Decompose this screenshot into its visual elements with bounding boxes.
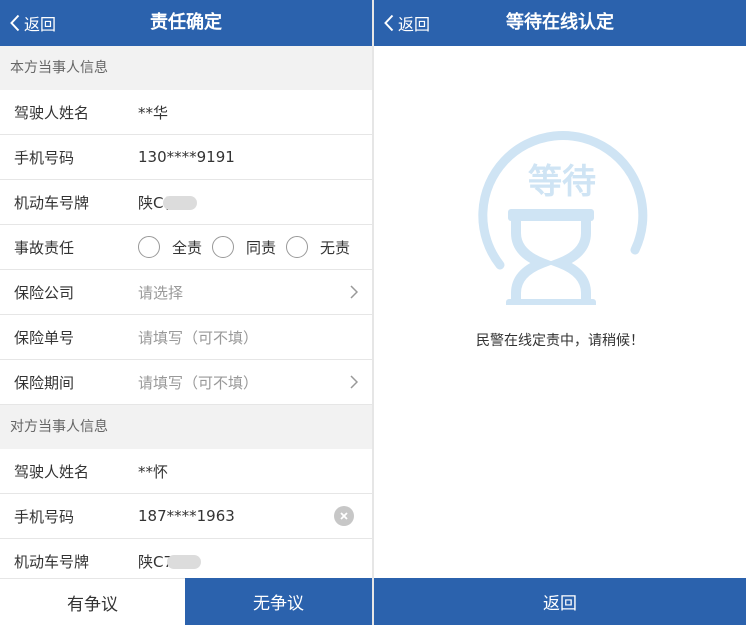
radio-full-responsibility[interactable] [138,236,160,258]
policy-number-input[interactable]: 请填写（可不填） [138,327,258,348]
own-phone-label: 手机号码 [14,148,75,167]
responsibility-radio-group: 全责 同责 无责 [138,236,360,258]
other-phone-value[interactable]: 187****1963 [138,507,235,525]
radio-no-responsibility[interactable] [286,236,309,258]
insurer-row[interactable]: 保险公司 请选择 [0,270,372,315]
chevron-right-icon [350,375,358,389]
back-button[interactable]: 返回 [10,0,56,46]
hourglass-icon: 等待 [478,130,648,305]
return-button[interactable]: 返回 [374,578,746,625]
own-plate-value: 陕C( [138,192,198,213]
other-phone-label: 手机号码 [14,507,75,526]
other-driver-value: **怀 [138,462,169,481]
chevron-left-icon [384,14,394,32]
own-phone-value: 130****9191 [138,148,235,166]
back-label: 返回 [398,15,431,34]
chevron-right-icon [350,285,358,299]
other-phone-row: 手机号码 187****1963 [0,494,372,539]
clear-icon[interactable] [334,506,354,526]
own-driver-row: 驾驶人姓名 **华 [0,90,372,135]
nav-bar: 返回 责任确定 [0,0,372,46]
radio-equal-responsibility[interactable] [212,236,235,258]
back-button[interactable]: 返回 [384,0,430,46]
action-bar: 有争议 无争议 [0,578,372,625]
no-dispute-button[interactable]: 无争议 [185,578,372,625]
other-plate-label: 机动车号牌 [14,552,90,571]
insurance-period-row[interactable]: 保险期间 请填写（可不填） [0,360,372,405]
own-driver-value: **华 [138,103,169,122]
chevron-left-icon [10,14,20,32]
redaction-mask [163,196,198,210]
own-driver-label: 驾驶人姓名 [14,103,90,122]
insurance-period-input[interactable]: 请填写（可不填） [138,372,258,393]
radio-label-none: 无责 [320,238,351,257]
own-party-section-header: 本方当事人信息 [0,46,372,90]
own-plate-label: 机动车号牌 [14,193,90,212]
other-driver-row: 驾驶人姓名 **怀 [0,449,372,494]
responsibility-screen: 返回 责任确定 本方当事人信息 驾驶人姓名 **华 手机号码 130****91… [0,0,372,625]
back-label: 返回 [24,15,57,34]
other-plate-value: 陕C7 [138,551,202,572]
waiting-screen: 返回 等待在线认定 等待 民警在线定责中，请稍候！ 返回 [374,0,746,625]
responsibility-row: 事故责任 全责 同责 无责 [0,225,372,270]
policy-number-row: 保险单号 请填写（可不填） [0,315,372,360]
radio-label-equal: 同责 [246,238,277,257]
other-driver-label: 驾驶人姓名 [14,462,90,481]
insurer-label: 保险公司 [14,283,75,302]
nav-bar: 返回 等待在线认定 [374,0,746,46]
responsibility-label: 事故责任 [14,238,75,257]
dispute-button[interactable]: 有争议 [0,578,185,625]
policy-number-label: 保险单号 [14,328,75,347]
insurer-select[interactable]: 请选择 [138,282,183,303]
own-plate-row: 机动车号牌 陕C( [0,180,372,225]
own-phone-row: 手机号码 130****9191 [0,135,372,180]
other-party-section-header: 对方当事人信息 [0,405,372,449]
redaction-mask [167,555,202,569]
waiting-message: 民警在线定责中，请稍候！ [476,333,644,349]
radio-label-full: 全责 [172,238,203,257]
insurance-period-label: 保险期间 [14,373,75,392]
graphic-text: 等待 [528,162,596,202]
